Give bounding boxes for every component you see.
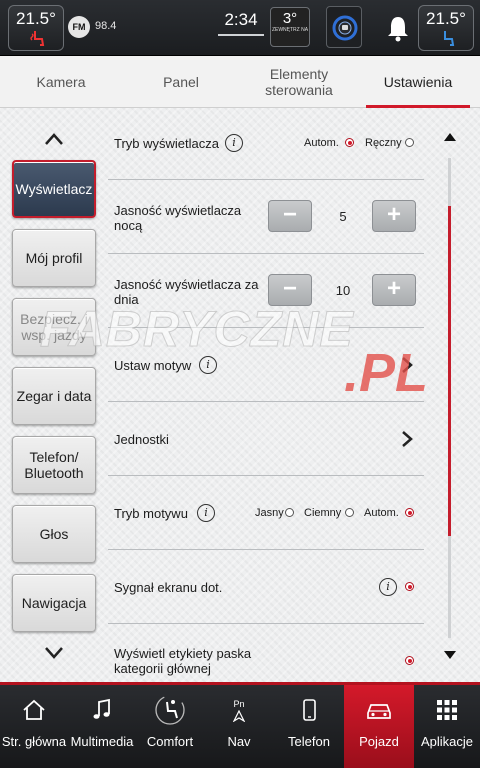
scrollbar-thumb[interactable] bbox=[448, 206, 451, 536]
theme-mode-light-radio[interactable] bbox=[285, 508, 294, 517]
side-nav-zegar-i-data[interactable]: Zegar i data bbox=[12, 367, 96, 425]
set-theme-label: Ustaw motyw bbox=[114, 358, 192, 373]
display-mode-auto-label: Autom. bbox=[304, 137, 339, 149]
nav-comfort[interactable]: Comfort bbox=[136, 685, 204, 768]
nav-home[interactable]: Str. główna bbox=[0, 685, 68, 768]
theme-mode-label: Tryb motywu bbox=[114, 506, 188, 521]
theme-mode-auto-label: Autom. bbox=[364, 507, 399, 519]
status-bar: 21.5° FM 98.4 2:34 3° ZEWNĘTRZ NA 21.5° bbox=[0, 0, 480, 56]
nav-multimedia[interactable]: Multimedia bbox=[68, 685, 136, 768]
set-theme-info-icon[interactable]: i bbox=[199, 356, 217, 374]
nav-multimedia-label: Multimedia bbox=[70, 734, 134, 749]
nav-navigation[interactable]: Pn Nav bbox=[204, 685, 274, 768]
setting-day-brightness: Jasność wyświetlacza za dnia − 10 + bbox=[108, 254, 424, 328]
settings-side-nav: Wyświetlacz Mój profil Bezpiecz. i wsp. … bbox=[0, 108, 108, 682]
setting-set-theme[interactable]: Ustaw motyw i bbox=[108, 328, 424, 402]
driver-climate-button[interactable]: 21.5° bbox=[8, 5, 64, 51]
scroll-down-arrow-icon[interactable] bbox=[443, 650, 457, 660]
side-nav-nawigacja[interactable]: Nawigacja bbox=[12, 574, 96, 632]
nav-apps[interactable]: Aplikacje bbox=[414, 685, 480, 768]
scroll-up-arrow-icon[interactable] bbox=[443, 132, 457, 142]
nav-phone-label: Telefon bbox=[288, 734, 330, 749]
day-brightness-label: Jasność wyświetlacza za dnia bbox=[114, 277, 259, 307]
touch-sound-toggle[interactable] bbox=[405, 582, 414, 591]
side-nav-telefon-bluetooth[interactable]: Telefon/ Bluetooth bbox=[12, 436, 96, 494]
theme-mode-info-icon[interactable]: i bbox=[197, 504, 215, 522]
nav-home-label: Str. główna bbox=[1, 734, 67, 749]
seat-icon bbox=[444, 31, 455, 46]
passenger-temp: 21.5° bbox=[426, 9, 466, 28]
theme-mode-auto-radio[interactable] bbox=[405, 508, 414, 517]
category-labels-label: Wyświetl etykiety paska kategorii główne… bbox=[114, 646, 252, 676]
touch-sound-label: Sygnał ekranu dot. bbox=[114, 580, 223, 595]
night-brightness-value: 5 bbox=[339, 209, 347, 224]
clock: 2:34 bbox=[218, 10, 264, 36]
theme-mode-dark-label: Ciemny bbox=[304, 507, 342, 519]
nav-vehicle[interactable]: Pojazd bbox=[344, 685, 414, 768]
nav-vehicle-label: Pojazd bbox=[359, 734, 399, 749]
tab-bar: Kamera Panel Elementy sterowania Ustawie… bbox=[0, 56, 480, 108]
setting-display-mode: Tryb wyświetlacza i Autom. Ręczny bbox=[108, 108, 424, 180]
setting-touch-sound: Sygnał ekranu dot. i bbox=[108, 550, 424, 624]
side-nav-moj-profil[interactable]: Mój profil bbox=[12, 229, 96, 287]
display-mode-auto-radio[interactable] bbox=[345, 138, 354, 147]
chevron-right-icon bbox=[402, 431, 413, 447]
side-nav-down-arrow-icon[interactable] bbox=[44, 646, 64, 660]
display-mode-info-icon[interactable]: i bbox=[225, 134, 243, 152]
outside-temp-label: ZEWNĘTRZ NA bbox=[271, 27, 309, 33]
tab-elementy-sterowania[interactable]: Elementy sterowania bbox=[240, 56, 358, 108]
side-nav-up-arrow-icon[interactable] bbox=[44, 132, 64, 146]
driver-temp: 21.5° bbox=[16, 9, 56, 28]
display-mode-manual-label: Ręczny bbox=[365, 137, 402, 149]
side-nav-glos[interactable]: Głos bbox=[12, 505, 96, 563]
tab-kamera[interactable]: Kamera bbox=[0, 56, 122, 108]
theme-mode-dark-radio[interactable] bbox=[345, 508, 354, 517]
setting-category-labels: Wyświetl etykiety paska kategorii główne… bbox=[108, 624, 424, 682]
side-nav-wyswietlacz[interactable]: Wyświetlacz bbox=[12, 160, 96, 218]
bottom-nav: Str. główna Multimedia Comfort Pn Nav Te… bbox=[0, 682, 480, 768]
night-brightness-plus-button[interactable]: + bbox=[372, 200, 416, 232]
outside-temp-value: 3° bbox=[282, 10, 298, 27]
comfort-seat-icon bbox=[155, 695, 185, 725]
tab-ustawienia[interactable]: Ustawienia bbox=[366, 56, 470, 108]
setting-theme-mode: Tryb motywu i Jasny Ciemny Autom. bbox=[108, 476, 424, 550]
nav-compass-heading: Pn bbox=[233, 699, 245, 709]
setting-units[interactable]: Jednostki bbox=[108, 402, 424, 476]
side-nav-bezpieczenstwo[interactable]: Bezpiecz. i wsp. jazdy bbox=[12, 298, 96, 356]
notification-bell-icon[interactable] bbox=[382, 12, 414, 44]
heated-seat-icon bbox=[30, 31, 45, 46]
day-brightness-value: 10 bbox=[335, 283, 351, 298]
day-brightness-minus-button[interactable]: − bbox=[268, 274, 312, 306]
driver-assist-icon bbox=[332, 15, 358, 41]
settings-content: Wyświetlacz Mój profil Bezpiecz. i wsp. … bbox=[0, 108, 480, 682]
touch-sound-info-icon[interactable]: i bbox=[379, 578, 397, 596]
night-brightness-minus-button[interactable]: − bbox=[268, 200, 312, 232]
apps-grid-icon bbox=[437, 700, 457, 720]
radio-frequency[interactable]: 98.4 bbox=[95, 20, 116, 32]
driver-assist-button[interactable] bbox=[326, 6, 362, 48]
night-brightness-label: Jasność wyświetlacza nocą bbox=[114, 203, 242, 233]
tab-panel[interactable]: Panel bbox=[122, 56, 240, 108]
nav-apps-label: Aplikacje bbox=[420, 734, 474, 749]
display-mode-label: Tryb wyświetlacza bbox=[114, 136, 219, 151]
car-icon bbox=[367, 704, 391, 719]
passenger-climate-button[interactable]: 21.5° bbox=[418, 5, 474, 51]
nav-arrow-icon bbox=[233, 710, 245, 722]
radio-band-badge[interactable]: FM bbox=[68, 16, 90, 38]
music-note-icon bbox=[93, 698, 110, 719]
outside-temperature: 3° ZEWNĘTRZ NA bbox=[270, 7, 310, 47]
display-mode-manual-radio[interactable] bbox=[405, 138, 414, 147]
day-brightness-plus-button[interactable]: + bbox=[372, 274, 416, 306]
nav-comfort-label: Comfort bbox=[146, 734, 194, 749]
chevron-right-icon bbox=[402, 357, 413, 373]
category-labels-toggle[interactable] bbox=[405, 656, 414, 665]
nav-phone[interactable]: Telefon bbox=[274, 685, 344, 768]
settings-list: Tryb wyświetlacza i Autom. Ręczny Jasnoś… bbox=[108, 108, 424, 682]
setting-night-brightness: Jasność wyświetlacza nocą − 5 + bbox=[108, 180, 424, 254]
theme-mode-light-label: Jasny bbox=[255, 507, 284, 519]
nav-navigation-label: Nav bbox=[227, 734, 251, 749]
units-label: Jednostki bbox=[114, 432, 169, 447]
phone-icon bbox=[303, 699, 316, 721]
home-icon bbox=[23, 699, 45, 720]
